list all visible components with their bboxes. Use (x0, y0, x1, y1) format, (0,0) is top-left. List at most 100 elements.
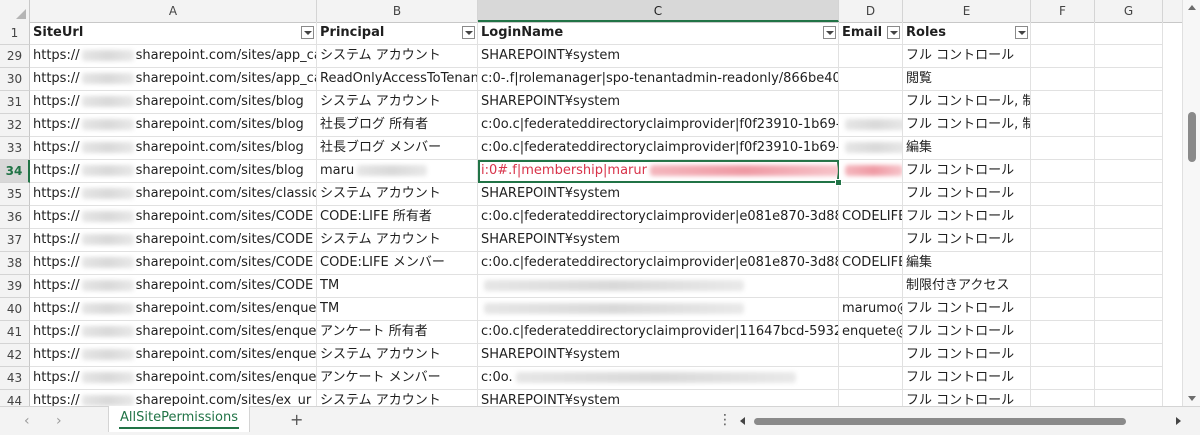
cell-c[interactable]: c:0o.c|federateddirectoryclaimprovider|1… (478, 321, 839, 344)
filter-dropdown-icon[interactable] (887, 26, 900, 39)
cell-b[interactable]: 社長ブログ 所有者 (317, 114, 478, 137)
cell-g[interactable] (1095, 367, 1163, 390)
cell-a[interactable]: https:// sharepoint.com/sites/ex_ur (30, 390, 317, 406)
vertical-scroll-thumb[interactable] (1188, 112, 1196, 162)
cell-d[interactable]: enquete@ (839, 321, 903, 344)
row-header[interactable]: 29 (0, 45, 30, 68)
cell-d[interactable] (839, 45, 903, 68)
cell-b[interactable]: システム アカウント (317, 229, 478, 252)
cell-d[interactable] (839, 275, 903, 298)
cell-f[interactable] (1031, 91, 1095, 114)
column-header-f[interactable]: F (1031, 0, 1095, 22)
add-sheet-button[interactable]: + (290, 410, 303, 429)
cell-d[interactable] (839, 91, 903, 114)
column-header-g[interactable]: G (1095, 0, 1163, 22)
cell-c[interactable]: c:0o.c|federateddirectoryclaimprovider|f… (478, 137, 839, 160)
cell-a[interactable]: https:// sharepoint.com/sites/blog (30, 91, 317, 114)
cell-a[interactable]: https:// sharepoint.com/sites/app_ca (30, 68, 317, 91)
cell-e[interactable]: フル コントロール (903, 183, 1031, 206)
cell-f[interactable] (1031, 68, 1095, 91)
cell-c[interactable]: c:0o.c|federateddirectoryclaimprovider|e… (478, 252, 839, 275)
cell-b[interactable]: システム アカウント (317, 390, 478, 406)
row-header[interactable]: 30 (0, 68, 30, 91)
row-header[interactable]: 35 (0, 183, 30, 206)
cell-c[interactable]: c:0o. (478, 367, 839, 390)
cell-empty[interactable] (1031, 22, 1095, 45)
cell-c[interactable]: SHAREPOINT¥system (478, 229, 839, 252)
cell-empty[interactable] (1095, 22, 1163, 45)
cell-e[interactable]: フル コントロール (903, 229, 1031, 252)
cell-d[interactable]: CODELIFE (839, 206, 903, 229)
cell-d[interactable]: CODELIFE (839, 252, 903, 275)
cell-e[interactable]: フル コントロール (903, 321, 1031, 344)
cell-b[interactable]: システム アカウント (317, 183, 478, 206)
cell-d[interactable] (839, 114, 903, 137)
cell-f[interactable] (1031, 45, 1095, 68)
cell-f[interactable] (1031, 390, 1095, 406)
cell-e[interactable]: フル コントロール, 制限付きアクセス (903, 114, 1031, 137)
cell-f[interactable] (1031, 114, 1095, 137)
column-header-e[interactable]: E (903, 0, 1031, 22)
fill-handle[interactable] (835, 179, 842, 186)
header-cell-loginname[interactable]: LoginName (478, 22, 839, 45)
row-header[interactable]: 37 (0, 229, 30, 252)
cell-a[interactable]: https:// sharepoint.com/sites/enque (30, 298, 317, 321)
cell-f[interactable] (1031, 229, 1095, 252)
cell-e[interactable]: 編集 (903, 252, 1031, 275)
cell-g[interactable] (1095, 68, 1163, 91)
cell-a[interactable]: https:// sharepoint.com/sites/enque (30, 344, 317, 367)
cell-g[interactable] (1095, 160, 1163, 183)
cell-g[interactable] (1095, 321, 1163, 344)
cell-b[interactable]: アンケート 所有者 (317, 321, 478, 344)
cell-b[interactable]: CODE:LIFE メンバー (317, 252, 478, 275)
cell-e[interactable]: フル コントロール (903, 367, 1031, 390)
cell-c[interactable]: SHAREPOINT¥system (478, 390, 839, 406)
cell-c[interactable]: SHAREPOINT¥system (478, 45, 839, 68)
column-header-a[interactable]: A (30, 0, 317, 22)
filter-dropdown-icon[interactable] (1015, 26, 1028, 39)
row-header[interactable]: 39 (0, 275, 30, 298)
row-header[interactable]: 34 (0, 160, 30, 183)
cell-g[interactable] (1095, 45, 1163, 68)
sheet-tab-allsitepermissions[interactable]: AllSitePermissions (108, 406, 250, 432)
cell-f[interactable] (1031, 321, 1095, 344)
cell-a[interactable]: https:// sharepoint.com/sites/blog (30, 114, 317, 137)
cell-a[interactable]: https:// sharepoint.com/sites/blog (30, 160, 317, 183)
row-header[interactable]: 40 (0, 298, 30, 321)
cell-g[interactable] (1095, 114, 1163, 137)
horizontal-scroll-thumb[interactable] (754, 418, 1126, 425)
row-header[interactable]: 44 (0, 390, 30, 406)
row-header[interactable]: 32 (0, 114, 30, 137)
cell-g[interactable] (1095, 344, 1163, 367)
cell-g[interactable] (1095, 252, 1163, 275)
cell-d[interactable] (839, 390, 903, 406)
cell-g[interactable] (1095, 298, 1163, 321)
row-header[interactable]: 41 (0, 321, 30, 344)
cell-c[interactable]: SHAREPOINT¥system (478, 91, 839, 114)
cell-b[interactable]: システム アカウント (317, 45, 478, 68)
cell-b[interactable]: maru (317, 160, 478, 183)
header-cell-email[interactable]: Email (839, 22, 903, 45)
cell-c[interactable] (478, 298, 839, 321)
cell-c[interactable]: SHAREPOINT¥system (478, 183, 839, 206)
row-header[interactable]: 31 (0, 91, 30, 114)
cell-a[interactable]: https:// sharepoint.com/sites/blog (30, 137, 317, 160)
previous-sheet-icon[interactable]: ‹ (24, 413, 30, 429)
cell-e[interactable]: 閲覧 (903, 68, 1031, 91)
cell-a[interactable]: https:// sharepoint.com/sites/enque (30, 321, 317, 344)
filter-dropdown-icon[interactable] (301, 26, 314, 39)
next-sheet-icon[interactable]: › (56, 413, 62, 429)
row-header[interactable]: 36 (0, 206, 30, 229)
cell-g[interactable] (1095, 229, 1163, 252)
cell-d[interactable] (839, 160, 903, 183)
cell-d[interactable] (839, 367, 903, 390)
row-header[interactable]: 38 (0, 252, 30, 275)
cell-f[interactable] (1031, 275, 1095, 298)
header-cell-principal[interactable]: Principal (317, 22, 478, 45)
cell-e[interactable]: フル コントロール (903, 160, 1031, 183)
cell-e[interactable]: フル コントロール, 制限付きアクセス (903, 91, 1031, 114)
cell-b[interactable]: ReadOnlyAccessToTenantAdmin (317, 68, 478, 91)
cell-c[interactable]: c:0o.c|federateddirectoryclaimprovider|e… (478, 206, 839, 229)
row-header[interactable]: 33 (0, 137, 30, 160)
scroll-right-icon[interactable] (1176, 417, 1181, 425)
